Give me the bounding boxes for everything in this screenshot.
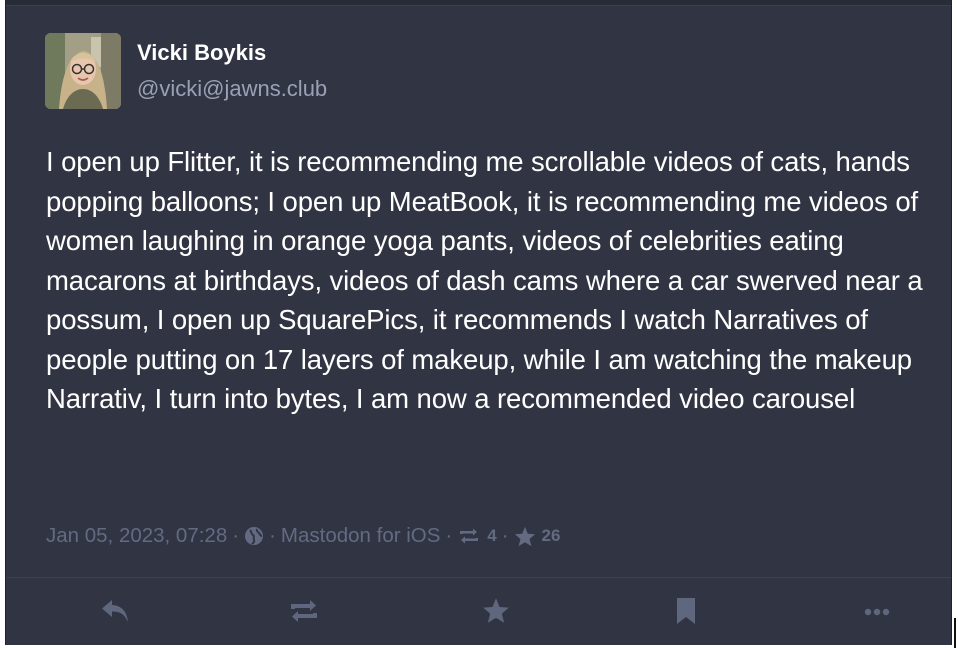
reply-button[interactable] xyxy=(98,598,132,628)
status-card: Vicki Boykis @vicki@jawns.club I open up… xyxy=(5,0,952,645)
account-handle: @vicki@jawns.club xyxy=(137,76,328,101)
more-button[interactable] xyxy=(860,598,894,628)
boost-button[interactable] xyxy=(287,598,321,628)
status-header[interactable]: Vicki Boykis @vicki@jawns.club xyxy=(45,33,327,109)
status-content: I open up Flitter, it is recommending me… xyxy=(46,146,923,414)
boost-count-icon xyxy=(457,527,481,545)
favourite-button[interactable] xyxy=(479,598,513,628)
favourites-count[interactable]: 26 xyxy=(542,522,561,550)
bookmark-icon xyxy=(675,597,697,630)
avatar-image xyxy=(45,33,121,109)
application-name[interactable]: Mastodon for iOS xyxy=(281,522,441,550)
globe-icon xyxy=(244,526,264,546)
star-icon xyxy=(482,597,510,629)
action-bar xyxy=(6,578,951,645)
status-meta: Jan 05, 2023, 07:28 · · Mastodon for iOS… xyxy=(46,522,560,550)
favourite-count-icon xyxy=(514,526,536,547)
ellipsis-icon xyxy=(864,604,890,622)
author-names: Vicki Boykis @vicki@jawns.club xyxy=(137,39,327,103)
bookmark-button[interactable] xyxy=(669,597,703,630)
top-border xyxy=(6,0,951,6)
meta-separator: · xyxy=(232,524,240,547)
meta-separator: · xyxy=(445,524,453,547)
boost-icon xyxy=(287,598,321,629)
boosts-count[interactable]: 4 xyxy=(487,522,496,550)
meta-separator: · xyxy=(501,524,509,547)
display-name[interactable]: Vicki Boykis xyxy=(137,39,327,67)
text-cursor xyxy=(954,618,956,648)
avatar[interactable] xyxy=(45,33,121,109)
reply-icon xyxy=(100,598,130,629)
meta-separator: · xyxy=(269,524,276,547)
status-timestamp[interactable]: Jan 05, 2023, 07:28 xyxy=(46,522,227,550)
